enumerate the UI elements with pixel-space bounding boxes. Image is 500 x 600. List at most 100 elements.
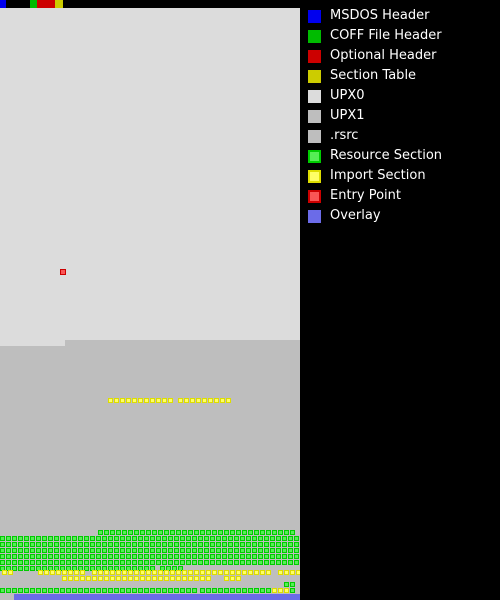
dos-stub[interactable] [6, 0, 30, 8]
resource-section-cell[interactable] [108, 560, 113, 565]
resource-section-cell[interactable] [288, 554, 293, 559]
resource-section-cell[interactable] [162, 588, 167, 593]
resource-section-cell[interactable] [222, 548, 227, 553]
resource-section-cell[interactable] [192, 554, 197, 559]
resource-section-cell[interactable] [200, 588, 205, 593]
import-section-cell[interactable] [290, 570, 295, 575]
resource-section-cell[interactable] [258, 542, 263, 547]
resource-section-cell[interactable] [138, 554, 143, 559]
resource-section-cell[interactable] [120, 542, 125, 547]
legend-item[interactable]: COFF File Header [308, 26, 442, 46]
resource-section-cell[interactable] [264, 536, 269, 541]
resource-section-cell[interactable] [180, 560, 185, 565]
legend-item[interactable]: Resource Section [308, 146, 442, 166]
resource-section-cell[interactable] [54, 536, 59, 541]
resource-section-cell[interactable] [30, 554, 35, 559]
resource-section-cell[interactable] [66, 588, 71, 593]
resource-section-cell[interactable] [12, 560, 17, 565]
resource-section-cell[interactable] [120, 536, 125, 541]
resource-section-cell[interactable] [192, 536, 197, 541]
resource-section-cell[interactable] [254, 588, 259, 593]
resource-section-cell[interactable] [54, 548, 59, 553]
resource-section-cell[interactable] [246, 554, 251, 559]
resource-section-cell[interactable] [54, 542, 59, 547]
resource-section-cell[interactable] [54, 554, 59, 559]
import-section-cell[interactable] [254, 570, 259, 575]
resource-section-cell[interactable] [228, 536, 233, 541]
resource-section-cell[interactable] [156, 548, 161, 553]
resource-section-cell[interactable] [96, 560, 101, 565]
import-section-cell[interactable] [128, 570, 133, 575]
resource-section-cell[interactable] [258, 554, 263, 559]
resource-section-cell[interactable] [66, 542, 71, 547]
resource-section-cell[interactable] [278, 530, 283, 535]
resource-section-cell[interactable] [282, 542, 287, 547]
resource-section-cell[interactable] [42, 548, 47, 553]
resource-section-cell[interactable] [168, 536, 173, 541]
resource-section-cell[interactable] [42, 536, 47, 541]
resource-section-cell[interactable] [24, 566, 29, 571]
resource-section-cell[interactable] [182, 530, 187, 535]
resource-section-cell[interactable] [246, 536, 251, 541]
import-section-cell[interactable] [8, 570, 13, 575]
resource-section-cell[interactable] [224, 588, 229, 593]
resource-section-cell[interactable] [284, 530, 289, 535]
resource-section-cell[interactable] [180, 542, 185, 547]
resource-section-cell[interactable] [18, 554, 23, 559]
resource-section-cell[interactable] [36, 548, 41, 553]
resource-section-cell[interactable] [84, 554, 89, 559]
resource-section-cell[interactable] [30, 542, 35, 547]
resource-section-cell[interactable] [110, 530, 115, 535]
import-section-cell[interactable] [122, 570, 127, 575]
import-section-cell[interactable] [38, 570, 43, 575]
resource-section-cell[interactable] [288, 542, 293, 547]
resource-section-cell[interactable] [150, 554, 155, 559]
resource-section-cell[interactable] [198, 560, 203, 565]
import-section-cell[interactable] [116, 576, 121, 581]
resource-section-cell[interactable] [180, 536, 185, 541]
resource-section-cell[interactable] [212, 588, 217, 593]
resource-section-cell[interactable] [108, 588, 113, 593]
resource-section-cell[interactable] [0, 554, 5, 559]
resource-section-cell[interactable] [126, 548, 131, 553]
resource-section-cell[interactable] [216, 554, 221, 559]
resource-section-cell[interactable] [210, 548, 215, 553]
resource-section-cell[interactable] [60, 542, 65, 547]
resource-section-cell[interactable] [72, 588, 77, 593]
resource-section-cell[interactable] [272, 530, 277, 535]
resource-section-cell[interactable] [252, 536, 257, 541]
resource-section-cell[interactable] [108, 548, 113, 553]
import-section-cell[interactable] [126, 398, 131, 403]
resource-section-cell[interactable] [282, 554, 287, 559]
legend-item[interactable]: MSDOS Header [308, 6, 429, 26]
resource-section-cell[interactable] [288, 560, 293, 565]
resource-section-cell[interactable] [78, 560, 83, 565]
resource-section-cell[interactable] [252, 542, 257, 547]
import-section-cell[interactable] [144, 398, 149, 403]
resource-section-cell[interactable] [294, 548, 299, 553]
resource-section-cell[interactable] [194, 530, 199, 535]
resource-section-cell[interactable] [24, 588, 29, 593]
resource-section-cell[interactable] [66, 536, 71, 541]
resource-section-cell[interactable] [90, 536, 95, 541]
import-section-cell[interactable] [178, 398, 183, 403]
resource-section-cell[interactable] [18, 560, 23, 565]
resource-section-cell[interactable] [18, 548, 23, 553]
resource-section-cell[interactable] [266, 530, 271, 535]
import-section-cell[interactable] [50, 570, 55, 575]
resource-section-cell[interactable] [242, 530, 247, 535]
resource-section-cell[interactable] [224, 530, 229, 535]
resource-section-cell[interactable] [222, 536, 227, 541]
resource-section-cell[interactable] [162, 536, 167, 541]
resource-section-cell[interactable] [72, 548, 77, 553]
import-section-cell[interactable] [114, 398, 119, 403]
resource-section-cell[interactable] [264, 542, 269, 547]
resource-section-cell[interactable] [150, 560, 155, 565]
resource-section-cell[interactable] [162, 554, 167, 559]
resource-section-cell[interactable] [164, 530, 169, 535]
resource-section-cell[interactable] [108, 554, 113, 559]
resource-section-cell[interactable] [290, 588, 295, 593]
resource-section-cell[interactable] [24, 548, 29, 553]
import-section-cell[interactable] [278, 570, 283, 575]
resource-section-cell[interactable] [212, 530, 217, 535]
